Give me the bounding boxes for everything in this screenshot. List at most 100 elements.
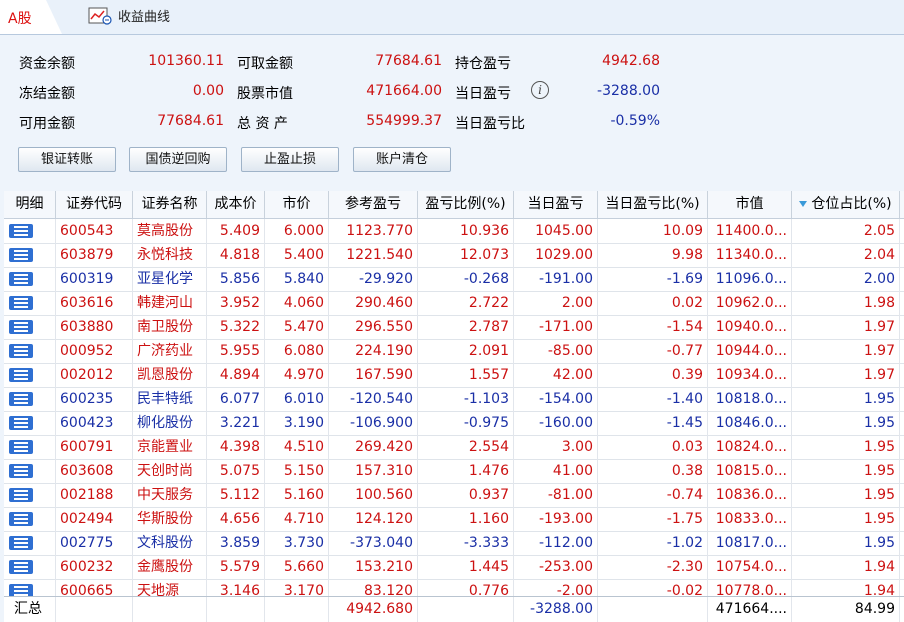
cost-cell: 6.077	[207, 387, 265, 411]
cost-cell: 5.579	[207, 555, 265, 579]
list-detail-icon[interactable]	[9, 392, 33, 406]
table-row[interactable]: 600543 莫高股份 5.409 6.000 1123.770 10.936 1045.0…	[4, 219, 904, 244]
list-detail-icon[interactable]	[9, 560, 33, 574]
price-cell: 4.510	[265, 435, 329, 459]
list-detail-icon[interactable]	[9, 344, 33, 358]
detail-cell[interactable]	[4, 267, 56, 291]
clear-positions-button[interactable]: 账户清仓	[353, 147, 451, 172]
detail-cell[interactable]	[4, 435, 56, 459]
header-col-detail[interactable]: 明细	[4, 191, 56, 218]
cost-cell: 3.859	[207, 531, 265, 555]
cost-cell: 4.398	[207, 435, 265, 459]
table-row[interactable]: 600791 京能置业 4.398 4.510 269.420 2.554 3.00 0.03…	[4, 435, 904, 460]
detail-cell[interactable]	[4, 507, 56, 531]
header-col-price[interactable]: 市价	[265, 191, 329, 218]
table-row[interactable]: 603608 天创时尚 5.075 5.150 157.310 1.476 41.00 0.3…	[4, 459, 904, 484]
code-cell: 600423	[56, 411, 133, 435]
detail-cell[interactable]	[4, 387, 56, 411]
table-row[interactable]: 600423 柳化股份 3.221 3.190 -106.900 -0.975 -160.0…	[4, 411, 904, 436]
tab-a-share[interactable]: A股	[0, 0, 62, 34]
header-col-pl-pct[interactable]: 盈亏比例(%)	[418, 191, 514, 218]
price-cell: 6.000	[265, 219, 329, 243]
table-row[interactable]: 002494 华斯股份 4.656 4.710 124.120 1.160 -193.00-…	[4, 507, 904, 532]
table-row[interactable]: 002188 中天服务 5.112 5.160 100.560 0.937 -81.00 -0…	[4, 483, 904, 508]
pl-cell: -120.540	[329, 387, 418, 411]
list-detail-icon[interactable]	[9, 224, 33, 238]
list-detail-icon[interactable]	[9, 488, 33, 502]
list-detail-icon[interactable]	[9, 440, 33, 454]
detail-cell[interactable]	[4, 531, 56, 555]
detail-cell[interactable]	[4, 483, 56, 507]
list-detail-icon[interactable]	[9, 464, 33, 478]
reverse-repo-button[interactable]: 国债逆回购	[129, 147, 227, 172]
list-detail-icon[interactable]	[9, 368, 33, 382]
position-pct-cell: 1.95	[792, 435, 900, 459]
day-pl-cell: 41.00	[514, 459, 598, 483]
total-empty-cell	[207, 597, 265, 622]
header-col-cost[interactable]: 成本价	[207, 191, 265, 218]
detail-cell[interactable]	[4, 315, 56, 339]
table-row[interactable]: 600319 亚星化学 5.856 5.840 -29.920 -0.268 -191.00…	[4, 267, 904, 292]
frozen-label: 冻结金额	[19, 86, 75, 102]
header-col-day-pl[interactable]: 当日盈亏	[514, 191, 598, 218]
price-cell: 5.470	[265, 315, 329, 339]
daily-pl-ratio-label: 当日盈亏比	[455, 116, 525, 132]
detail-cell[interactable]	[4, 339, 56, 363]
table-row[interactable]: 603880 南卫股份 5.322 5.470 296.550 2.787 -171.00-…	[4, 315, 904, 340]
tab-profit-curve[interactable]: 收益曲线	[88, 6, 170, 25]
pl-cell: 1123.770	[329, 219, 418, 243]
day-pl-cell: -154.00	[514, 387, 598, 411]
list-detail-icon[interactable]	[9, 320, 33, 334]
pl-pct-cell: -0.975	[418, 411, 514, 435]
pl-cell: -373.040	[329, 531, 418, 555]
list-detail-icon[interactable]	[9, 248, 33, 262]
detail-cell[interactable]	[4, 411, 56, 435]
detail-cell[interactable]	[4, 459, 56, 483]
detail-cell[interactable]	[4, 555, 56, 579]
detail-cell[interactable]	[4, 363, 56, 387]
total-pos: 84.99	[792, 597, 900, 622]
header-col-market-value[interactable]: 市值	[708, 191, 792, 218]
header-col-position-pct[interactable]: 仓位占比(%)	[792, 191, 900, 218]
list-detail-icon[interactable]	[9, 272, 33, 286]
code-cell: 603879	[56, 243, 133, 267]
pl-cell: 153.210	[329, 555, 418, 579]
pl-cell: 296.550	[329, 315, 418, 339]
table-row[interactable]: 000952 广济药业 5.955 6.080 224.190 2.091 -85.00 -0…	[4, 339, 904, 364]
position-pct-cell: 1.95	[792, 531, 900, 555]
stop-profit-loss-button[interactable]: 止盈止损	[241, 147, 339, 172]
list-detail-icon[interactable]	[9, 512, 33, 526]
day-pct-cell: -1.69	[598, 267, 708, 291]
header-col-pl[interactable]: 参考盈亏	[329, 191, 418, 218]
day-pl-cell: 3.00	[514, 435, 598, 459]
table-row[interactable]: 600235 民丰特纸 6.077 6.010 -120.540 -1.103 -154.0…	[4, 387, 904, 412]
detail-cell[interactable]	[4, 219, 56, 243]
code-cell: 603616	[56, 291, 133, 315]
table-row[interactable]: 600232 金鹰股份 5.579 5.660 153.210 1.445 -253.00-…	[4, 555, 904, 580]
header-col-code[interactable]: 证券代码	[56, 191, 133, 218]
table-row[interactable]: 002012 凯恩股份 4.894 4.970 167.590 1.557 42.00 0.3…	[4, 363, 904, 388]
code-cell: 600791	[56, 435, 133, 459]
total-pl: 4942.680	[329, 597, 418, 622]
position-pct-cell: 1.94	[792, 555, 900, 579]
list-detail-icon[interactable]	[9, 416, 33, 430]
bank-transfer-button[interactable]: 银证转账	[18, 147, 116, 172]
header-col-name[interactable]: 证券名称	[133, 191, 207, 218]
code-cell: 600235	[56, 387, 133, 411]
table-row[interactable]: 603616 韩建河山 3.952 4.060 290.460 2.722 2.00 0.02…	[4, 291, 904, 316]
header-col-day-pct[interactable]: 当日盈亏比(%)	[598, 191, 708, 218]
pl-pct-cell: 2.722	[418, 291, 514, 315]
table-row[interactable]: 603879 永悦科技 4.818 5.400 1221.540 12.073 1029.0…	[4, 243, 904, 268]
price-cell: 6.080	[265, 339, 329, 363]
day-pct-cell: 10.09	[598, 219, 708, 243]
name-cell: 中天服务	[133, 483, 207, 507]
list-detail-icon[interactable]	[9, 536, 33, 550]
detail-cell[interactable]	[4, 243, 56, 267]
detail-cell[interactable]	[4, 291, 56, 315]
table-row[interactable]: 002775 文科股份 3.859 3.730 -373.040 -3.333 -112.0…	[4, 531, 904, 556]
day-pct-cell: -1.40	[598, 387, 708, 411]
cost-cell: 3.221	[207, 411, 265, 435]
list-detail-icon[interactable]	[9, 296, 33, 310]
info-icon[interactable]: i	[531, 81, 549, 99]
name-cell: 永悦科技	[133, 243, 207, 267]
